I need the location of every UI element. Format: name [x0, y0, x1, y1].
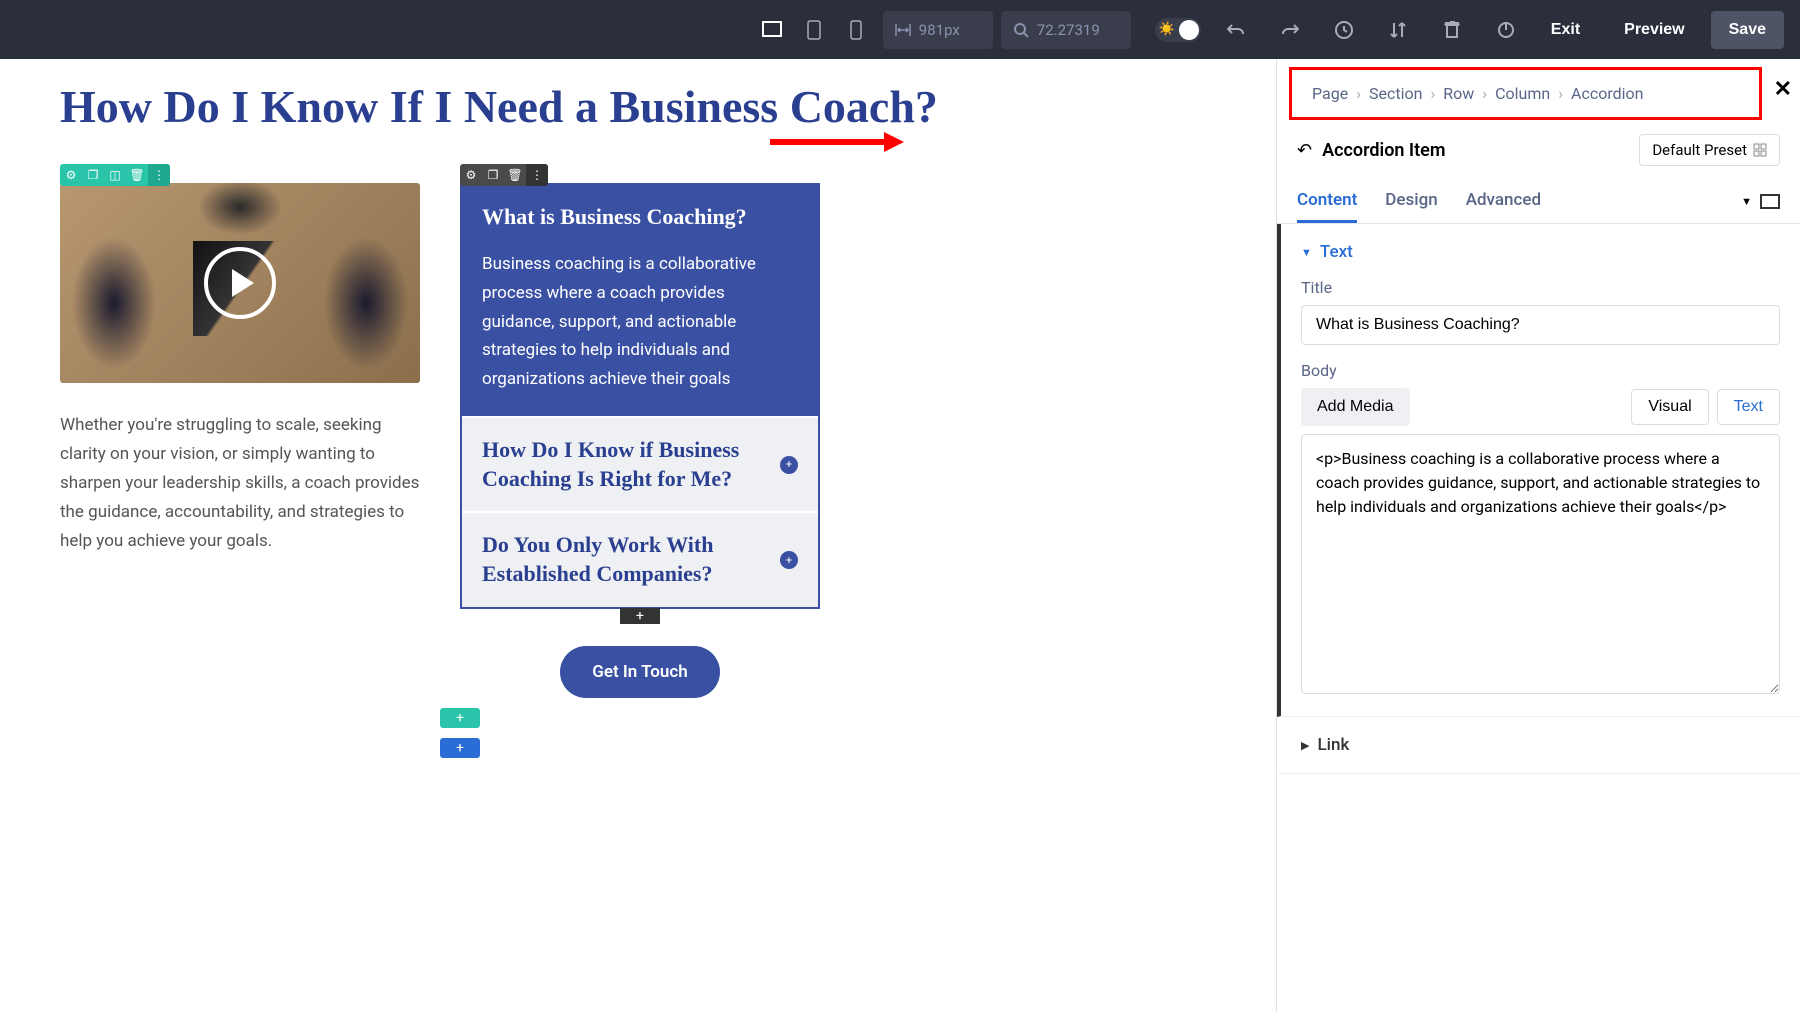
text-mode-button[interactable]: Text [1717, 389, 1780, 425]
tab-content[interactable]: Content [1297, 180, 1357, 223]
settings-sidebar: Page› Section› Row› Column› Accordion ✕ … [1276, 59, 1800, 1012]
desktop-icon[interactable] [1760, 194, 1780, 210]
caret-down-icon[interactable]: ▼ [1741, 195, 1752, 208]
plus-icon[interactable]: + [780, 456, 798, 474]
trash-icon[interactable] [1433, 11, 1471, 49]
tab-advanced[interactable]: Advanced [1466, 180, 1541, 223]
plus-icon[interactable]: + [780, 551, 798, 569]
caret-right-icon: ▶ [1301, 739, 1309, 752]
video-thumbnail[interactable] [60, 183, 420, 383]
tablet-icon[interactable] [795, 11, 833, 49]
power-icon[interactable] [1487, 11, 1525, 49]
breadcrumb: Page› Section› Row› Column› Accordion [1312, 84, 1644, 103]
accordion-title: What is Business Coaching? [482, 203, 747, 232]
save-button[interactable]: Save [1711, 11, 1784, 49]
visual-mode-button[interactable]: Visual [1631, 389, 1708, 425]
accordion-toolbar: ⚙ ❐ 🗑 ⋮ [460, 164, 548, 186]
redo-icon[interactable] [1271, 11, 1309, 49]
link-section: ▶ Link [1277, 717, 1800, 774]
exit-button[interactable]: Exit [1533, 11, 1598, 49]
add-module-button[interactable]: + [440, 708, 480, 728]
section-toggle[interactable]: ▶ Link [1301, 735, 1780, 755]
cta-button[interactable]: Get In Touch [560, 646, 719, 698]
play-icon[interactable] [204, 247, 276, 319]
breadcrumb-item[interactable]: Row [1443, 84, 1474, 103]
close-icon[interactable]: ✕ [1774, 77, 1792, 102]
title-input[interactable] [1301, 305, 1780, 345]
accordion-item[interactable]: Do You Only Work With Established Compan… [462, 513, 818, 606]
zoom-input[interactable]: 72.27319 [1001, 11, 1131, 49]
theme-toggle[interactable]: ☀️ [1155, 18, 1201, 42]
accordion-body: Business coaching is a collaborative pro… [462, 250, 818, 416]
settings-tabs: Content Design Advanced ▼ [1277, 180, 1800, 224]
phone-icon[interactable] [837, 11, 875, 49]
history-icon[interactable] [1325, 11, 1363, 49]
body-textarea[interactable] [1301, 434, 1780, 694]
text-section: ▼ Text Title Body Add Media Visual Text [1277, 224, 1800, 717]
tab-design[interactable]: Design [1385, 180, 1437, 223]
title-label: Title [1301, 278, 1780, 297]
add-row-button[interactable]: + [440, 738, 480, 758]
preset-button[interactable]: Default Preset [1639, 134, 1780, 166]
editor-canvas: How Do I Know If I Need a Business Coach… [0, 59, 1276, 1012]
module-toolbar: ⚙ ❐ ◫ 🗑 ⋮ [60, 164, 170, 186]
caret-down-icon: ▼ [1301, 246, 1312, 259]
zoom-value: 72.27319 [1037, 21, 1100, 39]
columns-icon[interactable]: ◫ [104, 164, 126, 186]
breadcrumb-item[interactable]: Section [1369, 84, 1422, 103]
back-icon[interactable]: ↶ [1297, 140, 1312, 161]
accordion-title: How Do I Know if Business Coaching Is Ri… [482, 436, 766, 493]
sort-icon[interactable] [1379, 11, 1417, 49]
preview-button[interactable]: Preview [1606, 11, 1702, 49]
accordion-item[interactable]: How Do I Know if Business Coaching Is Ri… [462, 418, 818, 513]
annotation-arrow [770, 139, 890, 145]
device-switcher [753, 11, 875, 49]
duplicate-icon[interactable]: ❐ [82, 164, 104, 186]
page-title: How Do I Know If I Need a Business Coach… [60, 79, 1216, 134]
delete-icon[interactable]: 🗑 [504, 164, 526, 186]
width-value: 981px [919, 21, 960, 39]
accordion-item[interactable]: What is Business Coaching? Business coac… [462, 185, 818, 418]
duplicate-icon[interactable]: ❐ [482, 164, 504, 186]
breadcrumb-item[interactable]: Accordion [1571, 84, 1643, 103]
add-item-button[interactable]: + [620, 608, 660, 624]
width-input[interactable]: 981px [883, 11, 993, 49]
breadcrumb-item[interactable]: Column [1495, 84, 1550, 103]
gear-icon[interactable]: ⚙ [460, 164, 482, 186]
breadcrumb-item[interactable]: Page [1312, 84, 1348, 103]
gear-icon[interactable]: ⚙ [60, 164, 82, 186]
body-label: Body [1301, 361, 1780, 380]
section-toggle[interactable]: ▼ Text [1301, 242, 1780, 262]
accordion-module: What is Business Coaching? Business coac… [460, 183, 820, 608]
add-media-button[interactable]: Add Media [1301, 388, 1410, 426]
panel-title: Accordion Item [1322, 140, 1445, 161]
more-icon[interactable]: ⋮ [526, 164, 548, 186]
delete-icon[interactable]: 🗑 [126, 164, 148, 186]
top-toolbar: 981px 72.27319 ☀️ Exit Preview Save [0, 0, 1800, 59]
more-icon[interactable]: ⋮ [148, 164, 170, 186]
desktop-icon[interactable] [753, 11, 791, 49]
accordion-title: Do You Only Work With Established Compan… [482, 531, 766, 588]
undo-icon[interactable] [1217, 11, 1255, 49]
description-text: Whether you're struggling to scale, seek… [60, 411, 420, 555]
